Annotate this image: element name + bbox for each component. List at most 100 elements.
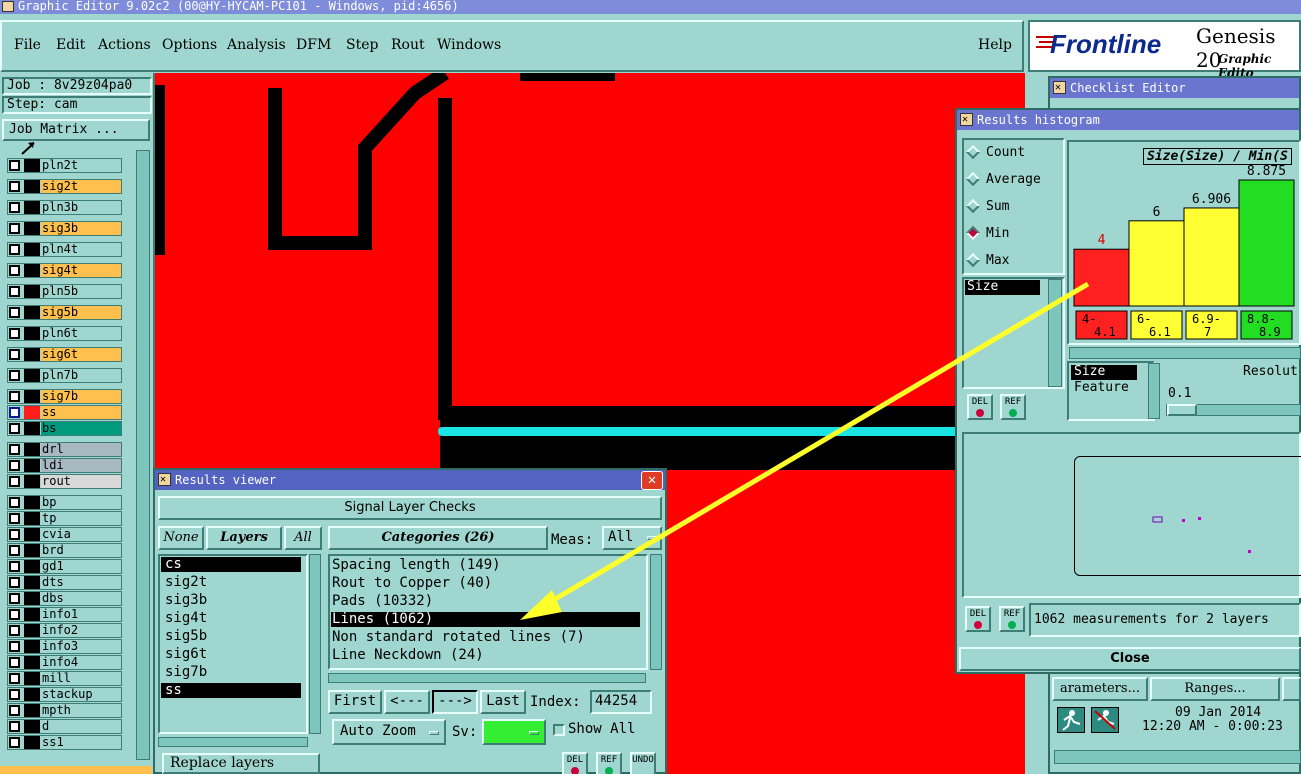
layer-row-bp[interactable]: bp — [7, 495, 122, 510]
layer-checkbox[interactable] — [9, 391, 20, 402]
layer-checkbox[interactable] — [9, 689, 20, 700]
layer-checkbox[interactable] — [9, 370, 20, 381]
layer-checkbox[interactable] — [9, 497, 20, 508]
ranges-button[interactable]: Ranges... — [1150, 677, 1280, 701]
layers-button[interactable]: Layers — [206, 526, 282, 550]
layer-row-sig3b[interactable]: sig3b — [7, 221, 122, 236]
layer-checkbox[interactable] — [9, 641, 20, 652]
checklist-hscrollbar[interactable] — [1054, 750, 1301, 764]
attribute-item[interactable]: Size — [965, 280, 1040, 295]
layer-checkbox[interactable] — [9, 705, 20, 716]
layer-row-gd1[interactable]: gd1 — [7, 559, 122, 574]
runner-stop-icon[interactable] — [1091, 707, 1119, 733]
menu-step[interactable]: Step — [346, 37, 378, 53]
results-layer-hscrollbar[interactable] — [158, 737, 308, 747]
results-layer-item[interactable]: ss — [161, 683, 301, 698]
layer-checkbox[interactable] — [9, 444, 20, 455]
hist-ref-button[interactable]: REF — [1000, 394, 1026, 420]
category-item[interactable]: Non standard rotated lines (7) — [331, 630, 640, 645]
rv-del-button[interactable]: DEL — [562, 752, 588, 774]
results-layer-item[interactable]: sig7b — [161, 665, 301, 680]
layer-checkbox[interactable] — [9, 181, 20, 192]
layer-checkbox[interactable] — [9, 476, 20, 487]
results-layer-item[interactable]: cs — [161, 557, 301, 572]
layer-checkbox[interactable] — [9, 244, 20, 255]
layer-row-mpth[interactable]: mpth — [7, 703, 122, 718]
resolution-slider-thumb[interactable] — [1167, 404, 1197, 416]
layer-row-d[interactable]: d — [7, 719, 122, 734]
layer-checkbox[interactable] — [9, 657, 20, 668]
categories-button[interactable]: Categories (26) — [328, 526, 548, 550]
layer-checkbox[interactable] — [9, 513, 20, 524]
map-del-button[interactable]: DEL — [965, 606, 991, 632]
last-button[interactable]: Last — [480, 690, 526, 714]
menu-help[interactable]: Help — [978, 37, 1012, 53]
layer-row-bs[interactable]: bs — [7, 421, 122, 436]
menu-dfm[interactable]: DFM — [296, 37, 331, 53]
layer-row-mill[interactable]: mill — [7, 671, 122, 686]
attribute-scrollbar[interactable] — [1048, 279, 1062, 387]
layer-row-sig5b[interactable]: sig5b — [7, 305, 122, 320]
layer-checkbox[interactable] — [9, 625, 20, 636]
layer-scrollbar[interactable] — [136, 150, 150, 760]
close-icon[interactable]: ✕ — [641, 471, 663, 490]
histogram-bar[interactable] — [1073, 248, 1130, 307]
layer-checkbox[interactable] — [9, 265, 20, 276]
category-item[interactable]: Pads (10332) — [331, 594, 640, 609]
layer-row-sig6t[interactable]: sig6t — [7, 347, 122, 362]
results-layer-item[interactable]: sig5b — [161, 629, 301, 644]
layer-checkbox[interactable] — [9, 609, 20, 620]
rv-ref-button[interactable]: REF — [596, 752, 622, 774]
category-item[interactable]: Spacing length (149) — [331, 558, 640, 573]
auto-zoom-dropdown[interactable]: Auto Zoom — [332, 719, 446, 745]
layer-row-info1[interactable]: info1 — [7, 607, 122, 622]
layer-checkbox[interactable] — [9, 223, 20, 234]
layer-checkbox[interactable] — [9, 673, 20, 684]
results-layer-scrollbar[interactable] — [309, 554, 321, 734]
radio-sum[interactable]: Sum — [965, 198, 1009, 214]
layer-checkbox[interactable] — [9, 423, 20, 434]
field-item-feature[interactable]: Feature — [1069, 380, 1153, 395]
none-button[interactable]: None — [158, 526, 204, 550]
menu-file[interactable]: File — [14, 37, 41, 53]
layer-row-cvia[interactable]: cvia — [7, 527, 122, 542]
rv-undo-button[interactable]: UNDO — [630, 752, 656, 774]
layer-checkbox[interactable] — [9, 460, 20, 471]
field-item-size[interactable]: Size — [1071, 365, 1137, 380]
resolution-slider[interactable] — [1166, 404, 1301, 416]
radio-count[interactable]: Count — [965, 144, 1025, 160]
menu-rout[interactable]: Rout — [391, 37, 425, 53]
layer-row-info4[interactable]: info4 — [7, 655, 122, 670]
results-layer-item[interactable]: sig2t — [161, 575, 301, 590]
job-matrix-button[interactable]: Job Matrix ... — [2, 119, 150, 141]
layer-checkbox[interactable] — [9, 286, 20, 297]
layer-row-dbs[interactable]: dbs — [7, 591, 122, 606]
category-item[interactable]: Rout to Copper (40) — [331, 576, 640, 591]
menu-options[interactable]: Options — [162, 37, 217, 53]
layer-row-pln2t[interactable]: pln2t — [7, 158, 122, 173]
layer-row-ldi[interactable]: ldi — [7, 458, 122, 473]
layer-row-pln3b[interactable]: pln3b — [7, 200, 122, 215]
layer-row-info3[interactable]: info3 — [7, 639, 122, 654]
results-layer-item[interactable]: sig4t — [161, 611, 301, 626]
histogram-bar[interactable] — [1128, 220, 1185, 307]
radio-average[interactable]: Average — [965, 171, 1041, 187]
layer-checkbox[interactable] — [9, 202, 20, 213]
category-item[interactable]: Lines (1062) — [331, 612, 640, 627]
close-button[interactable]: Close — [959, 647, 1301, 671]
layer-row-pln4t[interactable]: pln4t — [7, 242, 122, 257]
layer-row-pln5b[interactable]: pln5b — [7, 284, 122, 299]
layer-checkbox[interactable] — [9, 737, 20, 748]
next-button[interactable]: ---> — [432, 690, 478, 714]
layer-checkbox[interactable] — [9, 328, 20, 339]
radio-min[interactable]: Min — [965, 225, 1009, 241]
sv-color-dropdown[interactable] — [482, 719, 546, 745]
histogram-bar[interactable] — [1183, 207, 1240, 307]
layer-checkbox[interactable] — [9, 529, 20, 540]
runner-icon[interactable] — [1057, 707, 1085, 733]
chart-hscrollbar[interactable] — [1069, 347, 1301, 359]
index-input[interactable]: 44254 — [590, 690, 652, 714]
replace-layers-dropdown[interactable]: Replace layers — [162, 753, 320, 774]
layer-checkbox[interactable] — [9, 593, 20, 604]
menu-windows[interactable]: Windows — [437, 37, 501, 53]
